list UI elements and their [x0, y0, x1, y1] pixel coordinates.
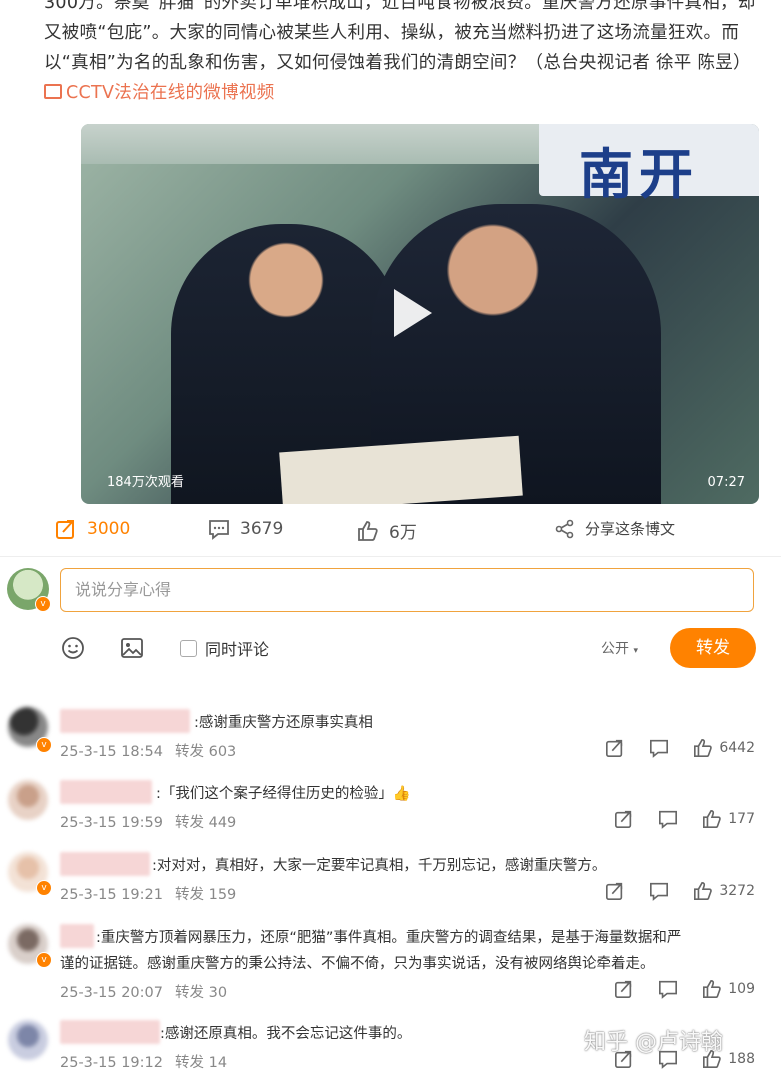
same-time-comment-label[interactable]: 同时评论	[205, 636, 269, 660]
share-label: 分享这条博文	[585, 520, 676, 538]
comment-date: 25-3-15 18:54	[60, 744, 163, 760]
repost-button[interactable]: 转发	[670, 628, 756, 668]
video-duration: 07:27	[707, 475, 745, 490]
thumbs-up-icon	[694, 881, 713, 900]
comment-reposts: 转发 159	[175, 887, 237, 903]
video-views: 184万次观看	[107, 475, 184, 490]
comment-icon	[209, 520, 229, 540]
emoji-icon[interactable]	[61, 636, 85, 660]
comment-meta: 25-3-15 19:59 转发 449	[60, 811, 236, 832]
repost-count: 3000	[87, 519, 131, 539]
repost-icon[interactable]	[614, 809, 634, 829]
divider	[0, 556, 781, 557]
avatar[interactable]: v	[7, 568, 51, 612]
avatar[interactable]	[8, 780, 48, 820]
avatar[interactable]	[8, 1020, 48, 1060]
comment-icon[interactable]	[658, 809, 678, 829]
comment-date: 25-3-15 20:07	[60, 985, 163, 1001]
comment-actions: 177	[614, 809, 755, 829]
repost-input[interactable]: 说说分享心得	[60, 568, 754, 612]
comment-like[interactable]: 177	[702, 809, 755, 829]
verified-badge-icon: v	[36, 880, 52, 896]
post-text: 300万。祭奠“胖猫”的外卖订单堆积成山，近百吨食物被浪费。重庆警方还原事件真相…	[44, 0, 764, 108]
comment-text: :感谢重庆警方还原事实真相	[194, 715, 373, 731]
verified-badge-icon: v	[36, 952, 52, 968]
comment-like[interactable]: 109	[702, 979, 755, 999]
repost-icon[interactable]	[605, 738, 625, 758]
like-count: 6万	[389, 523, 417, 543]
thumbs-up-icon	[694, 738, 713, 757]
username[interactable]	[60, 780, 152, 804]
comment-date: 25-3-15 19:21	[60, 887, 163, 903]
video-frame-sign: 南开	[539, 124, 759, 206]
verified-badge-icon: v	[36, 737, 52, 753]
post-action-bar: 3000 3679 6万 分享这条博文	[0, 512, 781, 548]
comment-icon[interactable]	[649, 881, 669, 901]
comment-count: 3679	[240, 519, 284, 539]
username[interactable]	[60, 709, 190, 733]
repost-action[interactable]: 3000	[55, 518, 130, 540]
thumbs-up-icon	[358, 520, 378, 541]
like-action[interactable]: 6万	[357, 518, 417, 543]
same-time-comment-checkbox[interactable]	[180, 640, 197, 657]
comment-reposts: 转发 14	[175, 1055, 228, 1071]
comment-reposts: 转发 449	[175, 815, 237, 831]
username[interactable]	[60, 924, 94, 948]
chevron-down-icon: ▾	[633, 646, 638, 656]
comment-text-line-1: :重庆警方顶着网暴压力，还原“肥猫”事件真相。重庆警方的调查结果，是基于海量数据…	[96, 930, 682, 946]
share-action[interactable]: 分享这条博文	[555, 518, 675, 539]
thumbs-up-icon	[703, 809, 722, 828]
comment-meta: 25-3-15 19:12 转发 14	[60, 1051, 227, 1072]
comment-actions: 109	[614, 979, 755, 999]
repost-icon	[56, 520, 74, 539]
comment-date: 25-3-15 19:12	[60, 1055, 163, 1071]
video-link-icon	[44, 84, 62, 99]
comment-actions: 6442	[605, 738, 755, 758]
watermark: 知乎 @卢诗翰	[584, 1030, 723, 1055]
comment-text: :「我们这个案子经得住历史的检验」👍	[156, 786, 411, 802]
comment-like[interactable]: 6442	[693, 738, 755, 758]
verified-badge-icon: v	[35, 596, 51, 612]
comment-action[interactable]: 3679	[208, 518, 283, 540]
comment-meta: 25-3-15 19:21 转发 159	[60, 883, 236, 904]
comment-meta: 25-3-15 18:54 转发 603	[60, 740, 236, 761]
repost-icon[interactable]	[605, 881, 625, 901]
comment-actions: 3272	[605, 881, 755, 901]
comment-date: 25-3-15 19:59	[60, 815, 163, 831]
repost-icon[interactable]	[614, 979, 634, 999]
composer-toolbar: 同时评论 公开 ▾ 转发	[0, 628, 781, 668]
post-body: 300万。祭奠“胖猫”的外卖订单堆积成山，近百吨食物被浪费。重庆警方还原事件真相…	[44, 0, 756, 73]
comment-reposts: 转发 603	[175, 744, 237, 760]
username[interactable]	[60, 852, 150, 876]
share-icon	[555, 519, 574, 538]
thumbs-up-icon	[703, 979, 722, 998]
comment-text: :对对对，真相好，大家一定要牢记真相，千万别忘记，感谢重庆警方。	[152, 858, 607, 874]
comment-icon[interactable]	[649, 738, 669, 758]
visibility-select[interactable]: 公开 ▾	[601, 638, 638, 658]
comment-text-line-2: 谨的证据链。感谢重庆警方的秉公持法、不偏不倚，只为事实说话，没有被网络舆论牵着走…	[60, 956, 655, 972]
image-icon[interactable]	[120, 636, 144, 660]
comment-text: :感谢还原真相。我不会忘记这件事的。	[160, 1026, 412, 1042]
username[interactable]	[60, 1020, 160, 1044]
video-player[interactable]: 南开 184万次观看 07:27	[81, 124, 759, 504]
comment-reposts: 转发 30	[175, 985, 228, 1001]
comment-meta: 25-3-15 20:07 转发 30	[60, 981, 227, 1002]
play-icon[interactable]	[394, 289, 432, 337]
comment-icon[interactable]	[658, 979, 678, 999]
video-link[interactable]: CCTV法治在线的微博视频	[44, 83, 275, 103]
comment-like[interactable]: 3272	[693, 881, 755, 901]
